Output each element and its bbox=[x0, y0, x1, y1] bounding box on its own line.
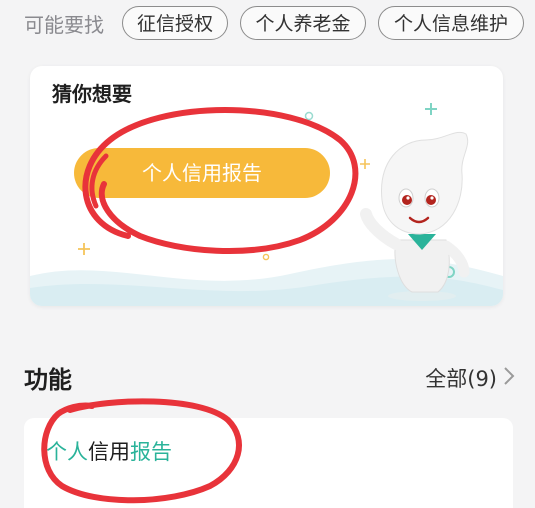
functions-header: 功能 全部(9) bbox=[0, 340, 535, 416]
function-item-text-part: 信用 bbox=[88, 440, 130, 464]
mascot-illustration bbox=[360, 131, 470, 301]
chip-personal-info-maintenance[interactable]: 个人信息维护 bbox=[378, 6, 524, 40]
functions-title: 功能 bbox=[24, 366, 72, 394]
function-item-credit-report[interactable]: 个人信用报告 bbox=[46, 436, 172, 466]
dot-icon bbox=[304, 106, 314, 125]
function-item-text-part: 报告 bbox=[130, 440, 172, 464]
chip-credit-authorization[interactable]: 征信授权 bbox=[122, 6, 228, 40]
guess-card: 猜你想要 个人信用报告 bbox=[30, 66, 503, 306]
functions-card: 个人信用报告 bbox=[24, 418, 513, 508]
chip-personal-pension[interactable]: 个人养老金 bbox=[240, 6, 366, 40]
search-hints-bar: 可能要找 征信授权 个人养老金 个人信息维护 bbox=[0, 0, 535, 52]
credit-report-button[interactable]: 个人信用报告 bbox=[74, 148, 330, 198]
view-all-label: 全部(9) bbox=[425, 367, 497, 391]
dot-small-icon bbox=[262, 246, 270, 265]
sparkle-yellow-icon bbox=[78, 240, 90, 259]
sparkle-icon bbox=[425, 100, 437, 119]
guess-card-title: 猜你想要 bbox=[52, 82, 132, 106]
hints-label: 可能要找 bbox=[24, 13, 104, 37]
function-item-text-part: 个人 bbox=[46, 440, 88, 464]
chevron-right-icon bbox=[503, 366, 515, 391]
view-all-functions-link[interactable]: 全部(9) bbox=[425, 362, 515, 394]
